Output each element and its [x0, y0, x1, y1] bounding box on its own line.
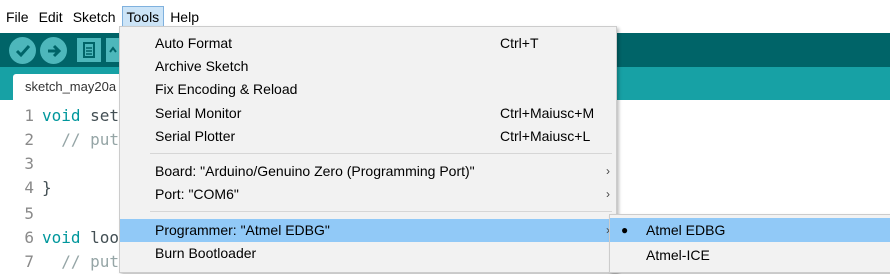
- menu-item-label: Port: "COM6": [155, 186, 239, 202]
- open-icon: [109, 46, 117, 53]
- submenu-item-label: Atmel EDBG: [646, 222, 726, 238]
- document-icon: [83, 42, 95, 58]
- menu-sketch[interactable]: Sketch: [69, 6, 120, 28]
- menu-item-port[interactable]: Port: "COM6" ›: [120, 183, 616, 206]
- new-button[interactable]: [77, 38, 101, 62]
- menu-item-shortcut: Ctrl+Maiusc+M: [500, 105, 595, 121]
- line-number: 6: [24, 228, 34, 247]
- tab-sketch[interactable]: sketch_may20a: [13, 74, 127, 100]
- submenu-item-label: Atmel-ICE: [646, 247, 710, 263]
- line-number: 7: [24, 252, 34, 271]
- selected-bullet-icon: ●: [621, 223, 629, 237]
- menu-file[interactable]: File: [2, 6, 33, 28]
- arrow-right-icon: [47, 44, 61, 57]
- upload-button[interactable]: [40, 37, 67, 64]
- line-number: 5: [24, 204, 34, 223]
- menu-item-label: Board: "Arduino/Genuino Zero (Programmin…: [155, 163, 475, 179]
- menu-item-serial-monitor[interactable]: Serial Monitor Ctrl+Maiusc+M: [120, 102, 616, 125]
- line-number: 3: [24, 154, 34, 173]
- menu-item-label: Burn Bootloader: [155, 245, 257, 261]
- code-text: // put: [42, 252, 120, 271]
- menu-item-board[interactable]: Board: "Arduino/Genuino Zero (Programmin…: [120, 160, 616, 183]
- code-text: void loo: [42, 228, 120, 247]
- menu-item-label: Auto Format: [155, 35, 233, 51]
- menu-item-label: Serial Plotter: [155, 128, 236, 144]
- menu-item-label: Programmer: "Atmel EDBG": [155, 222, 330, 238]
- menu-item-shortcut: Ctrl+Maiusc+L: [500, 128, 591, 144]
- menu-item-burn-bootloader[interactable]: Burn Bootloader: [120, 242, 616, 265]
- menu-item-serial-plotter[interactable]: Serial Plotter Ctrl+Maiusc+L: [120, 125, 616, 148]
- menu-separator: [150, 211, 612, 212]
- submenu-arrow-icon: ›: [606, 187, 610, 201]
- menu-help[interactable]: Help: [166, 6, 203, 28]
- line-number: 2: [24, 130, 34, 149]
- menu-item-archive-sketch[interactable]: Archive Sketch: [120, 55, 616, 78]
- tools-dropdown-menu: Auto Format Ctrl+T Archive Sketch Fix En…: [119, 26, 617, 273]
- line-number: 4: [24, 178, 34, 197]
- menu-item-fix-encoding[interactable]: Fix Encoding & Reload: [120, 78, 616, 101]
- checkmark-icon: [15, 44, 30, 57]
- menu-item-label: Serial Monitor: [155, 105, 242, 121]
- menu-tools[interactable]: Tools: [121, 5, 165, 28]
- code-text: }: [42, 178, 52, 197]
- menu-item-label: Fix Encoding & Reload: [155, 81, 298, 97]
- menu-item-shortcut: Ctrl+T: [500, 35, 539, 51]
- menu-item-programmer[interactable]: Programmer: "Atmel EDBG" ›: [120, 219, 616, 242]
- menu-edit[interactable]: Edit: [35, 6, 67, 28]
- submenu-item-atmel-edbg[interactable]: ● Atmel EDBG: [610, 218, 890, 242]
- menu-item-auto-format[interactable]: Auto Format Ctrl+T: [120, 32, 616, 55]
- open-button[interactable]: [106, 38, 120, 62]
- menu-separator: [150, 153, 612, 154]
- verify-button[interactable]: [9, 37, 36, 64]
- code-text: void set: [42, 106, 120, 125]
- programmer-submenu: ● Atmel EDBG Atmel-ICE: [609, 214, 890, 273]
- code-text: // put: [42, 130, 120, 149]
- line-number: 1: [24, 106, 34, 125]
- submenu-arrow-icon: ›: [606, 164, 610, 178]
- menu-item-label: Archive Sketch: [155, 58, 249, 74]
- submenu-item-atmel-ice[interactable]: Atmel-ICE: [610, 243, 890, 267]
